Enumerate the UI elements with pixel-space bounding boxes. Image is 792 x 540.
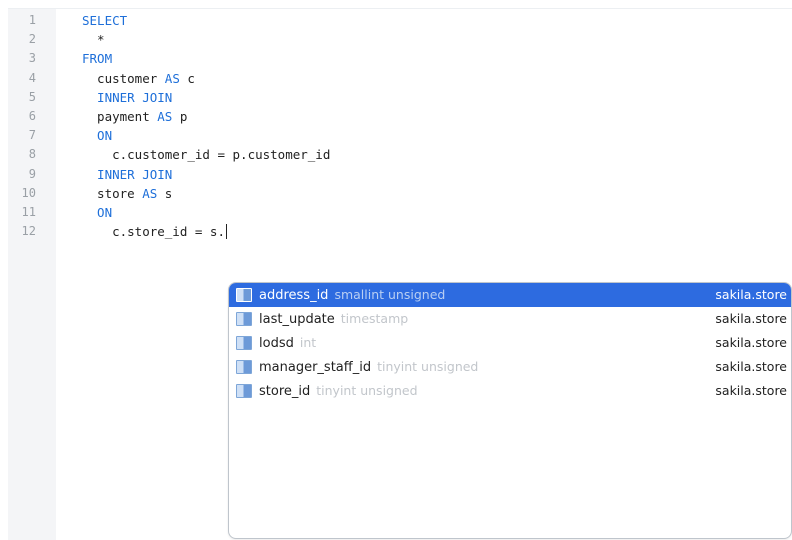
column-source-table: sakila.store (715, 335, 787, 350)
autocomplete-item-address-id[interactable]: address_id smallint unsigned sakila.store (229, 283, 791, 307)
line-number: 1 (28, 13, 36, 27)
sql-token: p (172, 109, 188, 124)
column-source-table: sakila.store (715, 383, 787, 398)
sql-keyword: AS (157, 109, 173, 124)
column-source-table: sakila.store (715, 311, 787, 326)
autocomplete-popup[interactable]: address_id smallint unsigned sakila.store l… (228, 282, 792, 539)
line-number: 2 (28, 32, 36, 47)
code-text[interactable]: payment AS p (82, 107, 187, 126)
column-icon (236, 288, 252, 302)
sql-keyword: ON (82, 205, 113, 220)
column-type: int (299, 335, 317, 350)
autocomplete-item-lodsd[interactable]: lodsd int sakila.store (229, 331, 791, 355)
sql-keyword: AS (164, 70, 180, 86)
column-name-text: manager_staff_id (259, 360, 372, 375)
column-icon (236, 312, 252, 326)
sql-token: c.store_id = s. (82, 224, 225, 240)
column-source-table: sakila.store (715, 359, 787, 374)
column-source-table: sakila.store (715, 287, 787, 302)
column-icon (236, 360, 252, 374)
column-name: store_id tinyint unsigned (259, 379, 418, 404)
code-text[interactable]: store AS s (82, 184, 172, 203)
line-number: 11 (21, 205, 36, 219)
column-name-text: last_update (259, 312, 335, 327)
column-icon (236, 384, 252, 398)
line-number: 6 (28, 109, 36, 123)
sql-token: customer (82, 70, 165, 86)
column-type: smallint unsigned (334, 287, 446, 302)
line-number: 3 (28, 51, 36, 66)
text-caret (226, 224, 227, 240)
sql-token: payment (82, 109, 158, 124)
autocomplete-item-last-update[interactable]: last_update timestamp sakila.store (229, 307, 791, 331)
sql-token: c (179, 70, 195, 86)
code-text[interactable]: * (82, 30, 105, 49)
autocomplete-list[interactable]: address_id smallint unsigned sakila.store l… (229, 283, 791, 403)
sql-keyword: AS (142, 185, 158, 201)
code-text[interactable]: ON (82, 203, 112, 222)
autocomplete-item-store-id[interactable]: store_id tinyint unsigned sakila.store (229, 379, 791, 403)
line-number: 10 (21, 185, 36, 200)
sql-editor[interactable]: 1 SELECT 2 * 3 FROM 4 customer AS c 5 INNER JO… (8, 8, 792, 540)
column-type: tinyint unsigned (316, 383, 418, 398)
sql-keyword: SELECT (82, 13, 128, 28)
line-number: 9 (28, 166, 36, 181)
column-type: tinyint unsigned (377, 359, 479, 374)
line-number: 4 (28, 70, 36, 85)
code-text[interactable]: c.store_id = s. (82, 222, 227, 241)
sql-keyword: FROM (82, 51, 113, 67)
column-name-text: lodsd (259, 336, 294, 351)
line-number: 7 (28, 128, 36, 143)
sql-keyword: INNER JOIN (82, 166, 173, 182)
code-text[interactable]: customer AS c (82, 69, 195, 88)
column-name-text: address_id (259, 288, 329, 303)
code-text[interactable]: FROM (82, 49, 112, 68)
line-number: 12 (21, 224, 36, 239)
sql-keyword: INNER JOIN (82, 89, 173, 105)
column-name: manager_staff_id tinyint unsigned (259, 355, 478, 380)
sql-token: store (82, 185, 143, 201)
line-number: 5 (28, 89, 36, 104)
column-name: address_id smallint unsigned (259, 283, 445, 308)
code-text[interactable]: INNER JOIN (82, 165, 172, 184)
column-type: timestamp (340, 311, 409, 326)
column-name: last_update timestamp (259, 307, 408, 332)
code-text[interactable]: SELECT (82, 11, 127, 30)
sql-keyword: ON (82, 128, 113, 144)
sql-token: c.customer_id = p.customer_id (82, 147, 331, 163)
sql-token: s (157, 185, 173, 201)
autocomplete-item-manager-staff-id[interactable]: manager_staff_id tinyint unsigned sakila.s… (229, 355, 791, 379)
column-icon (236, 336, 252, 350)
column-name-text: store_id (259, 384, 311, 399)
line-number: 8 (28, 147, 36, 162)
code-text[interactable]: c.customer_id = p.customer_id (82, 145, 330, 164)
sql-token: * (82, 32, 105, 48)
code-text[interactable]: INNER JOIN (82, 88, 172, 107)
column-name: lodsd int (259, 331, 316, 356)
code-text[interactable]: ON (82, 126, 112, 145)
